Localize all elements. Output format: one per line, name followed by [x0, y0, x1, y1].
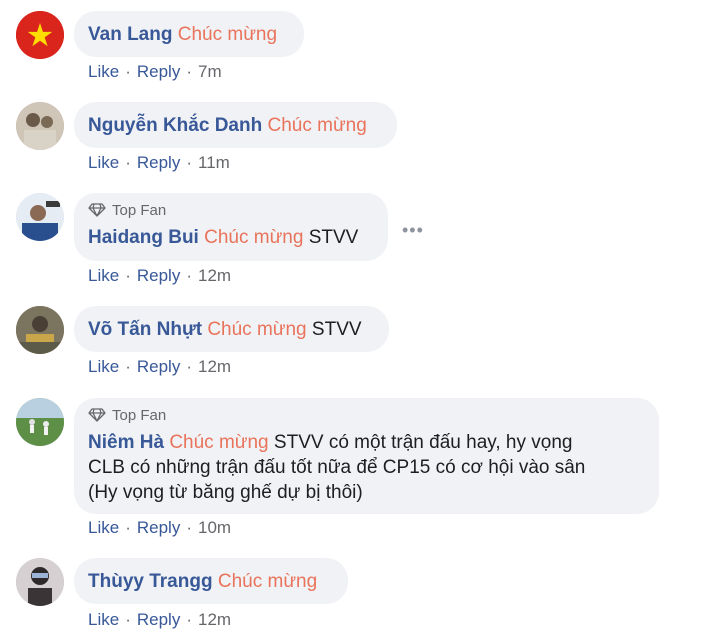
comment-text-line: (Hy vọng từ băng ghế dự bị thôi)	[88, 482, 363, 503]
separator: ·	[186, 266, 192, 285]
comment-text: STVV	[311, 319, 362, 340]
comment-time[interactable]: 12m	[198, 266, 231, 286]
top-fan-badge: Top Fan	[88, 406, 645, 424]
separator: ·	[186, 357, 192, 376]
comment-actions: Like · Reply · 7m	[88, 62, 222, 82]
comment-text: STVV	[308, 227, 359, 248]
top-fan-label: Top Fan	[112, 201, 167, 219]
separator: ·	[186, 153, 192, 172]
like-button[interactable]: Like	[88, 153, 119, 173]
comment-highlight: Chúc mừng	[204, 227, 304, 248]
reply-button[interactable]: Reply	[137, 62, 180, 82]
comment-actions: Like · Reply · 10m	[88, 518, 231, 538]
user-photo	[16, 306, 64, 354]
commenter-name[interactable]: Van Lang	[88, 24, 172, 45]
commenter-name[interactable]: Haidang Bui	[88, 227, 199, 248]
separator: ·	[125, 357, 131, 376]
user-photo	[16, 193, 64, 241]
reply-button[interactable]: Reply	[137, 266, 180, 286]
avatar[interactable]	[16, 102, 64, 150]
avatar[interactable]	[16, 558, 64, 606]
commenter-name[interactable]: Võ Tấn Nhựt	[88, 319, 202, 340]
commenter-name[interactable]: Niêm Hà	[88, 432, 164, 453]
avatar[interactable]	[16, 11, 64, 59]
reply-button[interactable]: Reply	[137, 357, 180, 377]
reply-button[interactable]: Reply	[137, 153, 180, 173]
diamond-icon	[88, 203, 106, 217]
comment-bubble: Top Fan Niêm Hà Chúc mừng STVV có một tr…	[74, 398, 659, 514]
comment-actions: Like · Reply · 12m	[88, 357, 231, 377]
like-button[interactable]: Like	[88, 62, 119, 82]
reply-button[interactable]: Reply	[137, 610, 180, 630]
comment-actions: Like · Reply · 11m	[88, 153, 230, 173]
comment-highlight: Chúc mừng	[217, 571, 318, 592]
comment-text-line: STVV có một trận đấu hay, hy vọng	[273, 432, 573, 453]
like-button[interactable]: Like	[88, 610, 119, 630]
comment-time[interactable]: 11m	[198, 153, 230, 173]
separator: ·	[186, 518, 192, 537]
like-button[interactable]: Like	[88, 266, 119, 286]
comment-text-line: CLB có những trận đấu tốt nữa để CP15 có…	[88, 457, 586, 478]
user-photo	[16, 398, 64, 446]
separator: ·	[186, 610, 192, 629]
comment-time[interactable]: 10m	[198, 518, 231, 538]
comment-time[interactable]: 7m	[198, 62, 222, 82]
comment-bubble: Top Fan Haidang Bui Chúc mừng STVV	[74, 193, 388, 261]
comment-bubble: Thùyy Trangg Chúc mừng	[74, 558, 348, 604]
comment-bubble: Võ Tấn Nhựt Chúc mừng STVV	[74, 306, 389, 352]
like-button[interactable]: Like	[88, 357, 119, 377]
comment-bubble: Van Lang Chúc mừng	[74, 11, 304, 57]
comment-highlight: Chúc mừng	[267, 115, 367, 136]
like-button[interactable]: Like	[88, 518, 119, 538]
comment-time[interactable]: 12m	[198, 610, 231, 630]
separator: ·	[125, 518, 131, 537]
user-photo	[16, 102, 64, 150]
comment-actions: Like · Reply · 12m	[88, 610, 231, 630]
top-fan-badge: Top Fan	[88, 201, 374, 219]
avatar[interactable]	[16, 398, 64, 446]
top-fan-label: Top Fan	[112, 406, 167, 424]
comment-actions: Like · Reply · 12m	[88, 266, 231, 286]
avatar[interactable]	[16, 306, 64, 354]
avatar[interactable]	[16, 193, 64, 241]
comment-time[interactable]: 12m	[198, 357, 231, 377]
commenter-name[interactable]: Thùyy Trangg	[88, 571, 213, 592]
reply-button[interactable]: Reply	[137, 518, 180, 538]
comment-highlight: Chúc mừng	[177, 24, 278, 45]
separator: ·	[125, 610, 131, 629]
more-options-icon[interactable]: •••	[402, 220, 424, 241]
separator: ·	[125, 266, 131, 285]
commenter-name[interactable]: Nguyễn Khắc Danh	[88, 115, 262, 136]
user-photo	[16, 558, 64, 606]
comment-bubble: Nguyễn Khắc Danh Chúc mừng	[74, 102, 397, 148]
separator: ·	[186, 62, 192, 81]
separator: ·	[125, 62, 131, 81]
comment-highlight: Chúc mừng	[169, 432, 269, 453]
diamond-icon	[88, 408, 106, 422]
separator: ·	[125, 153, 131, 172]
vietnam-flag-icon	[16, 11, 64, 59]
comment-highlight: Chúc mừng	[207, 319, 307, 340]
